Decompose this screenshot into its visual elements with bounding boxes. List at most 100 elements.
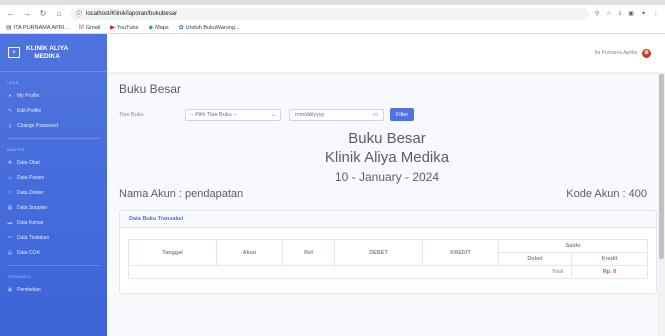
sidebar-nav: USER ● My Profile ✎ Edit Profile ⚷ Change Pass…	[0, 72, 107, 297]
total-row: Total Rp. 0	[127, 265, 648, 279]
col-ref: Ref	[282, 239, 335, 266]
account-row: Nama Akun : pendapatan Kode Akun : 400	[119, 188, 655, 204]
nav-icon: ⚕	[8, 189, 12, 196]
calendar-icon[interactable]: ▭	[373, 112, 378, 118]
brand-line2: MEDIKA	[34, 52, 60, 60]
site-info-icon[interactable]: ⓘ	[76, 9, 82, 18]
sidebar-item-label: Data Tindakan	[17, 234, 50, 241]
sidebar-item-label: Pembelian	[17, 286, 41, 293]
filter-button[interactable]: Filter	[390, 108, 415, 121]
user-name[interactable]: Ita Purnama Aprilia	[595, 50, 637, 56]
nav-icon: ▦	[7, 204, 13, 211]
clinic-name: Klinik Aliya Medika	[324, 149, 450, 166]
sidebar-item-label: Edit Profile	[17, 107, 42, 114]
bookmark-item[interactable]: ✿ Unduh BukuWarung...	[178, 24, 240, 32]
bukuwarung-icon: ✿	[178, 25, 184, 31]
account-code: Kode Akun : 400	[566, 188, 647, 200]
avatar[interactable]	[642, 48, 651, 58]
nav-icon: ●	[8, 92, 12, 99]
brand-line1: KLINIK ALIYA	[26, 44, 69, 52]
sidebar: + KLINIK ALIYA MEDIKA USER ● My Profile ✎ Ed…	[0, 34, 107, 336]
bookmark-item[interactable]: ▤ ITA PURNAMA APRI...	[6, 24, 69, 32]
bookmark-label: Unduh BukuWarung...	[185, 24, 240, 31]
sidebar-item-label: Data Obat	[17, 159, 40, 166]
scrollbar[interactable]	[658, 72, 665, 336]
table-header-row: Tanggal Akun Ref DEBET KREDIT Saldo	[128, 239, 648, 266]
filter-form: Tipe Buku -- Pilih Tipe Buku -- ⌄ mm/dd/…	[119, 108, 655, 121]
bookmark-icon: ▤	[6, 25, 12, 31]
nav-icon: ▣	[7, 286, 13, 293]
sidebar-item-label: My Profile	[17, 92, 40, 99]
total-label: Total	[127, 265, 573, 279]
sidebar-item-data-dokter[interactable]: ⚕ Data Dokter	[0, 185, 107, 200]
date-input[interactable]: mm/dd/yyyy ▭	[289, 108, 384, 121]
chevron-down-icon: ⌄	[271, 111, 276, 118]
sidebar-item-data-tindakan[interactable]: ✂ Data Tindakan	[0, 230, 107, 245]
home-icon[interactable]: ⌂	[54, 9, 64, 18]
bookmark-label: Maps	[155, 24, 169, 31]
account-name: Nama Akun : pendapatan	[119, 188, 244, 200]
sidebar-item-edit-profile[interactable]: ✎ Edit Profile	[0, 103, 107, 118]
sidebar-item-data-supplier[interactable]: ▦ Data Supplier	[0, 200, 107, 215]
ledger-card: Data Buku Transaksi Tanggal Akun Ref DEB…	[119, 210, 657, 294]
sidebar-item-pembelian[interactable]: ▣ Pembelian	[0, 282, 107, 297]
sidebar-item-label: Data Supplier	[17, 204, 48, 211]
total-value: Rp. 0	[571, 265, 648, 279]
bookmark-label: Gmail	[85, 24, 101, 31]
card-title: Data Buku Transaksi	[120, 211, 656, 228]
sidebar-item-my-profile[interactable]: ● My Profile	[0, 88, 107, 103]
sidebar-item-label: Change Password	[17, 122, 58, 129]
tipe-buku-select[interactable]: -- Pilih Tipe Buku -- ⌄	[185, 108, 281, 121]
maps-icon: ◆	[148, 25, 154, 31]
menu-icon[interactable]: ⋮	[653, 10, 659, 17]
sidepanel-icon[interactable]: ▣	[628, 10, 634, 17]
forward-arrow-icon[interactable]: →	[22, 9, 32, 18]
nav-icon: ▤	[7, 249, 13, 256]
app: + KLINIK ALIYA MEDIKA USER ● My Profile ✎ Ed…	[0, 34, 665, 336]
col-debet: DEBET	[334, 239, 423, 266]
sidebar-item-change-password[interactable]: ⚷ Change Password	[0, 118, 107, 133]
youtube-icon: ▶	[110, 25, 115, 31]
brand[interactable]: + KLINIK ALIYA MEDIKA	[0, 34, 107, 72]
sidebar-item-label: Data Dokter	[17, 189, 44, 196]
screen: ← → ↻ ⌂ ⓘ localhost/Klinik/laporan/bukub…	[0, 0, 665, 336]
sidebar-section-heading: MASTER	[7, 148, 25, 152]
sidebar-item-label: Data COA	[17, 249, 40, 256]
bookmark-item[interactable]: M Gmail	[79, 25, 100, 31]
scrollbar-thumb[interactable]	[659, 74, 664, 259]
star-icon[interactable]: ☆	[606, 10, 611, 17]
main-content: Ita Purnama Aprilia Buku Besar Tipe Buku…	[107, 34, 665, 336]
col-saldo-kredit: Kredit	[571, 252, 648, 266]
sidebar-item-label: Data Pasien	[17, 174, 45, 181]
bookmark-item[interactable]: ▶ YouTube	[110, 24, 139, 32]
sidebar-item-label: Data Kamar	[17, 219, 44, 226]
col-saldo: Saldo	[498, 239, 648, 253]
sidebar-item-data-obat[interactable]: ✚ Data Obat	[0, 155, 107, 170]
ledger-table: Tanggal Akun Ref DEBET KREDIT Saldo Debe…	[127, 239, 648, 279]
sidebar-section-heading: TRANSAKSI	[7, 275, 32, 279]
nav-icon: ✂	[7, 234, 13, 241]
back-arrow-icon[interactable]: ←	[6, 9, 16, 18]
sidebar-section-heading: USER	[7, 81, 19, 85]
extension-icon[interactable]: ✦	[641, 10, 646, 17]
topbar: Ita Purnama Aprilia	[107, 34, 665, 72]
bookmark-item[interactable]: ◆ Maps	[148, 24, 169, 32]
nav-icon: ⚷	[8, 122, 12, 129]
reload-icon[interactable]: ↻	[38, 9, 48, 18]
bookmark-label: YouTube	[116, 24, 139, 31]
sidebar-item-data-kamar[interactable]: ▬ Data Kamar	[0, 215, 107, 230]
address-bar[interactable]: ⓘ localhost/Klinik/laporan/bukubesar	[70, 7, 589, 20]
report-header: Buku Besar Klinik Aliya Medika 10 - Janu…	[119, 129, 655, 186]
url-text: localhost/Klinik/laporan/bukubesar	[86, 10, 178, 17]
sidebar-item-data-coa[interactable]: ▤ Data COA	[0, 245, 107, 260]
sidebar-item-data-pasien[interactable]: ☺ Data Pasien	[0, 170, 107, 185]
filter-label: Tipe Buku	[119, 111, 144, 118]
nav-icon: ☺	[7, 174, 13, 181]
col-tanggal: Tanggal	[128, 239, 217, 266]
browser-toolbar: ← → ↻ ⌂ ⓘ localhost/Klinik/laporan/bukub…	[0, 5, 665, 22]
nav-icon: ▬	[7, 219, 13, 226]
date-placeholder: mm/dd/yyyy	[295, 111, 325, 118]
bookmarks-bar: ▤ ITA PURNAMA APRI... M Gmail ▶ YouTube ◆ Maps ✿…	[0, 22, 665, 34]
zoom-icon[interactable]: ⚲	[595, 10, 599, 17]
download-icon[interactable]: ⤓	[619, 10, 622, 17]
